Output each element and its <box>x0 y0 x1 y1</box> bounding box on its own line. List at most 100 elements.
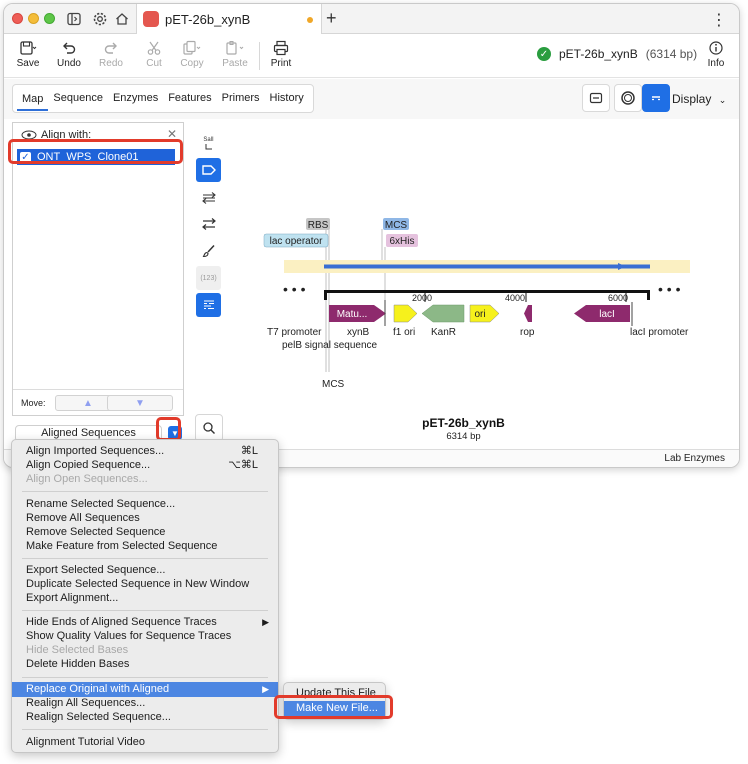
backbone-line <box>324 290 650 293</box>
map-subtitle: 6314 bp <box>446 431 481 442</box>
menu-align-copied[interactable]: Align Copied Sequence... ⌥⌘L <box>12 458 278 473</box>
tab-map[interactable]: Map <box>17 86 49 111</box>
copy-icon <box>170 38 214 58</box>
move-down-button[interactable]: ▼ <box>107 395 173 411</box>
title-bar: pET-26b_xynB + ⋮ <box>4 4 739 34</box>
lac-operator-label: lac operator <box>270 236 323 247</box>
redo-button[interactable]: Redo <box>89 38 133 69</box>
menu-hide-selected-bases[interactable]: Hide Selected Bases <box>12 643 278 658</box>
save-button[interactable]: Save <box>6 38 50 69</box>
menu-realign-all[interactable]: Realign All Sequences... <box>12 696 278 711</box>
menu-rename-selected[interactable]: Rename Selected Sequence... <box>12 497 278 512</box>
menu-delete-hidden[interactable]: Delete Hidden Bases <box>12 657 278 672</box>
info-icon <box>694 38 738 58</box>
gear-icon[interactable] <box>90 9 110 29</box>
tab-enzymes[interactable]: Enzymes <box>108 85 163 112</box>
brush-icon <box>202 244 215 258</box>
close-window-button[interactable] <box>12 13 23 24</box>
app-window: pET-26b_xynB + ⋮ Save Undo Redo Cut Copy… <box>3 3 740 468</box>
xynb-label: xynB <box>347 327 370 338</box>
feature-toggle-button[interactable] <box>196 158 221 182</box>
menu-export-alignment[interactable]: Export Alignment... <box>12 591 278 606</box>
menu-replace-original[interactable]: Replace Original with Aligned ▶ <box>12 682 278 697</box>
menu-realign-selected[interactable]: Realign Selected Sequence... <box>12 710 278 725</box>
tab-sequence[interactable]: Sequence <box>48 85 108 112</box>
minimize-window-button[interactable] <box>28 13 39 24</box>
mcs-bottom-label: MCS <box>322 379 345 390</box>
menu-remove-all[interactable]: Remove All Sequences <box>12 511 278 526</box>
sequence-view-button[interactable] <box>642 84 670 112</box>
document-tab-title: pET-26b_xynB <box>165 11 251 27</box>
tab-history[interactable]: History <box>265 85 309 112</box>
menu-hide-ends[interactable]: Hide Ends of Aligned Sequence Traces ▶ <box>12 615 278 630</box>
kanr-feature-arrow[interactable] <box>421 304 465 323</box>
make-new-file-highlight-callout <box>274 695 393 719</box>
display-menu-button[interactable]: Display ⌄ <box>672 92 726 106</box>
main-toolbar: Save Undo Redo Cut Copy Paste Print ✓ pE… <box>4 34 739 78</box>
menu-align-open[interactable]: Align Open Sequences... <box>12 472 278 487</box>
tab-primers[interactable]: Primers <box>217 85 265 112</box>
app-logo-icon <box>143 11 159 27</box>
map-search-button[interactable] <box>195 414 223 442</box>
chevron-down-icon: ⌄ <box>718 95 727 105</box>
matu-label: Matu... <box>337 309 368 320</box>
laci-promoter-label: lacI promoter <box>630 327 689 338</box>
menu-make-feature[interactable]: Make Feature from Selected Sequence <box>12 539 278 554</box>
f1-ori-feature-arrow[interactable] <box>393 304 418 323</box>
map-tool-strip: SalI (123) <box>193 128 223 324</box>
menu-duplicate-selected[interactable]: Duplicate Selected Sequence in New Windo… <box>12 577 278 592</box>
paste-icon <box>213 38 257 58</box>
menu-remove-selected[interactable]: Remove Selected Sequence <box>12 525 278 540</box>
enzyme-set-label[interactable]: Lab Enzymes <box>664 453 725 464</box>
annotate-button[interactable] <box>196 239 221 263</box>
info-button[interactable]: Info <box>694 38 738 69</box>
mcs-label: MCS <box>385 220 408 231</box>
more-options-icon[interactable]: ⋮ <box>711 10 727 30</box>
sequence-highlight-callout <box>8 139 183 164</box>
home-icon[interactable] <box>112 9 132 29</box>
tab-features[interactable]: Features <box>163 85 216 112</box>
menu-show-quality[interactable]: Show Quality Values for Sequence Traces <box>12 629 278 644</box>
info-label: Info <box>707 58 725 69</box>
undo-button[interactable]: Undo <box>47 38 91 69</box>
alignment-panel: Align with: ✕ ✓ ONT_WPS_Clone01 Move: ▲ … <box>12 122 184 416</box>
new-tab-button[interactable]: + <box>326 8 337 29</box>
alignment-view-button[interactable] <box>196 293 221 317</box>
rbs-label: RBS <box>308 220 329 231</box>
f1-ori-label: f1 ori <box>393 327 415 338</box>
sidebar-toggle-icon[interactable] <box>64 9 84 29</box>
zoom-window-button[interactable] <box>44 13 55 24</box>
numbering-label: (123) <box>200 274 217 282</box>
kanr-label: KanR <box>431 327 456 338</box>
menu-export-selected[interactable]: Export Selected Sequence... <box>12 563 278 578</box>
paste-label: Paste <box>222 58 248 69</box>
paste-button[interactable]: Paste <box>213 38 257 69</box>
copy-button[interactable]: Copy <box>170 38 214 69</box>
view-tabs: Map Sequence Enzymes Features Primers Hi… <box>12 84 314 113</box>
backbone-start-tick <box>324 290 327 300</box>
sequence-lines-icon <box>652 96 660 101</box>
document-tab[interactable]: pET-26b_xynB <box>136 4 322 34</box>
circular-view-button[interactable] <box>614 84 642 112</box>
circular-map-icon <box>621 91 635 105</box>
menu-align-copied-label: Align Copied Sequence... <box>26 459 151 471</box>
backbone-end-tick <box>647 290 650 300</box>
menu-tutorial-video[interactable]: Alignment Tutorial Video <box>12 735 278 750</box>
orf-toggle-button[interactable] <box>196 186 221 210</box>
rop-feature-arrow[interactable] <box>524 305 532 322</box>
menu-align-imported[interactable]: Align Imported Sequences... ⌘L <box>12 444 278 459</box>
list-lines-icon <box>203 300 214 310</box>
linear-view-button[interactable] <box>582 84 610 112</box>
save-label: Save <box>16 58 40 69</box>
menu-separator <box>22 558 268 559</box>
swap-arrows-icon <box>201 218 216 230</box>
his-label: 6xHis <box>389 236 414 247</box>
print-button[interactable]: Print <box>259 38 303 69</box>
strand-toggle-button[interactable] <box>196 212 221 236</box>
move-controls: Move: ▲ ▼ <box>13 389 183 415</box>
enzyme-site-button[interactable]: SalI <box>196 132 221 156</box>
sequence-name: pET-26b_xynB <box>559 47 638 61</box>
numbering-button[interactable]: (123) <box>196 266 221 290</box>
menu-separator <box>22 491 268 492</box>
display-label: Display <box>672 92 712 106</box>
